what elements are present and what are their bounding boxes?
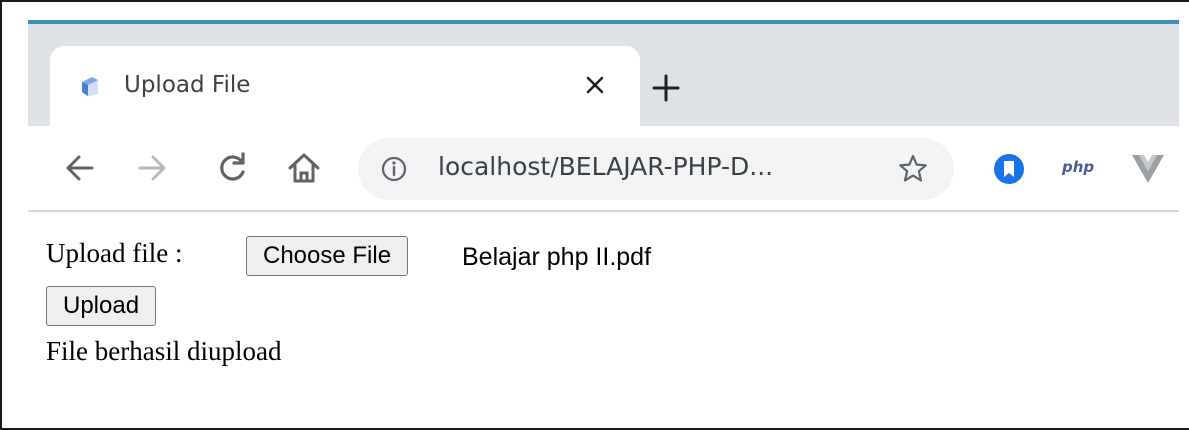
- php-extension-icon[interactable]: php: [1058, 150, 1108, 188]
- address-bar[interactable]: localhost/BELAJAR-PHP-D...: [358, 138, 954, 200]
- new-tab-plus-icon[interactable]: [648, 70, 684, 106]
- browser-toolbar: localhost/BELAJAR-PHP-D... php: [28, 126, 1179, 212]
- info-icon[interactable]: [380, 155, 408, 183]
- upload-status-message: File berhasil diupload: [46, 336, 282, 366]
- choose-file-button[interactable]: Choose File: [246, 236, 409, 276]
- tab-upload-file[interactable]: Upload File: [50, 46, 640, 130]
- home-icon[interactable]: [284, 148, 324, 188]
- bookmark-star-icon[interactable]: [896, 152, 930, 186]
- forward-arrow-icon[interactable]: [132, 148, 172, 188]
- selected-file-name: Belajar php II.pdf: [462, 243, 652, 271]
- tab-title: Upload File: [124, 72, 251, 98]
- reload-icon[interactable]: [212, 148, 252, 188]
- browser-window: Upload File localhost/BELAJAR-PHP-D... p…: [0, 0, 1189, 430]
- folder-favicon-icon: [82, 77, 98, 96]
- close-tab-icon[interactable]: [580, 70, 610, 100]
- back-arrow-icon[interactable]: [60, 148, 100, 188]
- upload-file-label: Upload file :: [46, 238, 183, 268]
- bookmark-extension-icon[interactable]: [992, 150, 1026, 188]
- upload-button[interactable]: Upload: [46, 286, 157, 326]
- address-url: localhost/BELAJAR-PHP-D...: [438, 152, 774, 181]
- tab-strip: Upload File: [28, 20, 1179, 130]
- vue-extension-icon[interactable]: [1130, 150, 1166, 188]
